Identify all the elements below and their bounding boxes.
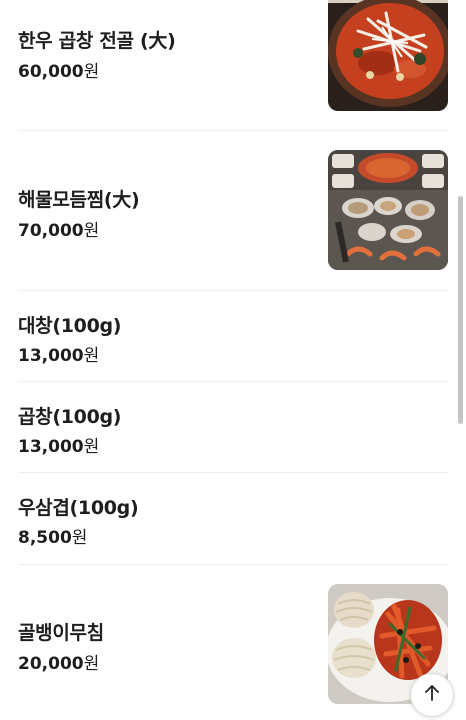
menu-item-price: 20,000원	[18, 654, 100, 674]
menu-item-name: 곱창(100g)	[18, 406, 122, 428]
menu-item-price: 70,000원	[18, 221, 100, 241]
seafood-platter-photo[interactable]	[328, 150, 448, 270]
menu-item[interactable]: 해물모듬찜(大) 70,000원	[18, 131, 448, 290]
menu-item-price: 60,000원	[18, 62, 100, 82]
menu-item[interactable]: 곱창(100g) 13,000원	[18, 382, 448, 472]
menu-item[interactable]: 우삼겹(100g) 8,500원	[18, 473, 448, 563]
menu-item-name: 해물모듬찜(大)	[18, 189, 140, 211]
menu-item-price: 13,000원	[18, 437, 100, 457]
menu-item-name: 한우 곱창 전골 (大)	[18, 30, 176, 52]
scroll-to-top-button[interactable]	[410, 673, 454, 717]
beef-tripe-hotpot-photo[interactable]	[328, 0, 448, 111]
menu-item-price: 13,000원	[18, 346, 100, 366]
menu-item-name: 대창(100g)	[18, 315, 122, 337]
menu-item[interactable]: 골뱅이무침 20,000원	[18, 565, 448, 720]
menu-item[interactable]: 한우 곱창 전골 (大) 60,000원	[18, 0, 448, 130]
menu-item-name: 우삼겹(100g)	[18, 497, 139, 519]
menu-item[interactable]: 대창(100g) 13,000원	[18, 291, 448, 381]
menu-item-price: 8,500원	[18, 528, 88, 548]
arrow-up-icon	[422, 683, 442, 707]
scrollbar[interactable]	[458, 196, 463, 424]
menu-item-name: 골뱅이무침	[18, 622, 104, 644]
